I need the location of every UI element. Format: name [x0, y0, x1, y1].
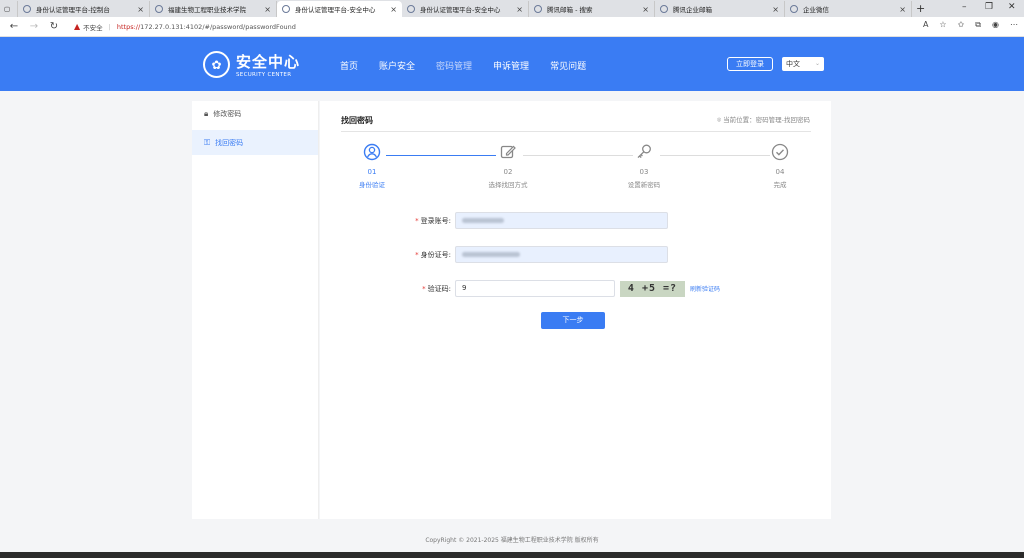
close-icon[interactable]: ×	[264, 5, 271, 14]
back-icon[interactable]: ←	[4, 21, 24, 32]
more-icon[interactable]: ⋯	[1010, 20, 1018, 30]
main-nav: 首页 账户安全 密码管理 申诉管理 常见问题	[340, 59, 607, 72]
logo-subtitle: SECURITY CENTER	[236, 72, 292, 78]
step-choose-method: 02 选择找回方式	[468, 143, 548, 189]
logo-title: 安全中心	[236, 53, 301, 71]
address-bar: ← → ↻ ▲ 不安全 | https:// 172.27.0.131:4102…	[0, 17, 1024, 37]
close-icon[interactable]: ×	[137, 5, 144, 14]
tab-actions-icon[interactable]: ▢	[0, 1, 18, 17]
search-icon	[534, 5, 542, 13]
close-icon[interactable]: ×	[642, 5, 649, 14]
favorites-icon[interactable]: ✩	[958, 20, 965, 30]
site-header: ✿ 安全中心 SECURITY CENTER 首页 账户安全 密码管理 申诉管理…	[0, 37, 1024, 91]
idcard-label: * 身份证号:	[415, 250, 451, 259]
taskbar	[0, 552, 1024, 558]
key-icon	[604, 143, 684, 163]
nav-account-security[interactable]: 账户安全	[379, 59, 415, 72]
main-panel: 找回密码 ⌾ 当前位置：密码管理-找回密码 01 身份验证 02 选择找回方式 …	[320, 101, 831, 519]
page-title: 找回密码	[341, 116, 373, 125]
reload-icon[interactable]: ↻	[44, 21, 64, 32]
restore-icon[interactable]: ❐	[985, 2, 993, 12]
captcha-image[interactable]: 4 +5 =?	[620, 280, 685, 297]
sidebar: 🔒︎ 修改密码 ⚿ 找回密码	[192, 101, 319, 519]
url-field[interactable]: ▲ 不安全 | https:// 172.27.0.131:4102/#/pas…	[74, 22, 296, 32]
chevron-down-icon: ⌄	[814, 60, 820, 67]
step-set-password: 03 设置新密码	[604, 143, 684, 189]
captcha-label: * 验证码:	[422, 284, 451, 293]
close-icon[interactable]: ×	[390, 5, 397, 14]
key-icon: ⚿	[204, 137, 211, 147]
wechat-icon	[790, 5, 798, 13]
lock-icon: 🔒︎	[204, 108, 209, 118]
captcha-row: * 验证码: 9 4 +5 =? 刷新验证码	[320, 280, 720, 297]
mail-icon	[660, 5, 668, 13]
page-icon	[23, 5, 31, 13]
nav-password-management[interactable]: 密码管理	[436, 59, 472, 72]
browser-tab[interactable]: 企业微信 ×	[785, 1, 912, 17]
edit-icon	[468, 143, 548, 163]
minimize-icon[interactable]: –	[962, 2, 967, 12]
page-icon	[155, 5, 163, 13]
logo[interactable]: ✿ 安全中心 SECURITY CENTER	[203, 51, 300, 78]
account-row: * 登录账号:	[320, 212, 668, 229]
favorite-icon[interactable]: ☆	[939, 20, 946, 30]
browser-tab[interactable]: 腾讯邮箱 - 搜索 ×	[529, 1, 655, 17]
sidebar-item-label: 找回密码	[215, 138, 244, 147]
refresh-captcha-link[interactable]: 刷新验证码	[690, 284, 720, 293]
close-icon[interactable]: ×	[772, 5, 779, 14]
security-label: 不安全	[83, 23, 103, 32]
close-window-icon[interactable]: ✕	[1008, 2, 1016, 12]
close-icon[interactable]: ×	[516, 5, 523, 14]
school-emblem-icon: ✿	[203, 51, 230, 78]
read-aloud-icon[interactable]: A	[923, 20, 928, 30]
account-label: * 登录账号:	[415, 216, 451, 225]
url-protocol: https://	[116, 22, 141, 31]
captcha-input[interactable]: 9	[455, 280, 615, 297]
user-circle-icon	[332, 143, 412, 163]
page-icon	[282, 5, 290, 13]
nav-appeal-management[interactable]: 申诉管理	[493, 59, 529, 72]
collections-icon[interactable]: ⧉	[975, 20, 981, 30]
step-complete: 04 完成	[740, 143, 820, 189]
idcard-input[interactable]	[455, 246, 668, 263]
browser-toolbar: A ☆ ✩ ⧉ ◉ ⋯	[923, 20, 1018, 30]
footer-copyright: CopyRight © 2021-2025 福建生物工程职业技术学院 版权所有	[425, 537, 599, 544]
browser-tab[interactable]: 身份认证管理平台-安全中心 ×	[402, 1, 529, 17]
browser-tab[interactable]: 身份认证管理平台-控制台 ×	[18, 1, 150, 17]
next-step-button[interactable]: 下一步	[541, 312, 605, 329]
sidebar-item-find-password[interactable]: ⚿ 找回密码	[192, 130, 318, 155]
check-circle-icon	[740, 143, 820, 163]
nav-faq[interactable]: 常见问题	[550, 59, 586, 72]
sidebar-item-label: 修改密码	[213, 109, 242, 118]
page-icon	[407, 5, 415, 13]
step-identity: 01 身份验证	[332, 143, 412, 189]
login-button[interactable]: 立即登录	[727, 57, 773, 71]
forward-icon[interactable]: →	[24, 21, 44, 32]
close-icon[interactable]: ×	[899, 5, 906, 14]
browser-tab[interactable]: 腾讯企业邮箱 ×	[655, 1, 785, 17]
warning-icon: ▲	[74, 22, 81, 31]
browser-tab-active[interactable]: 身份认证管理平台-安全中心 ×	[277, 1, 402, 17]
profile-icon[interactable]: ◉	[992, 20, 999, 30]
language-select[interactable]: 中文 ⌄	[782, 57, 824, 71]
browser-tab[interactable]: 福建生物工程职业技术学院 ×	[150, 1, 277, 17]
breadcrumb: ⌾ 当前位置：密码管理-找回密码	[717, 116, 810, 124]
new-tab-icon[interactable]: +	[916, 2, 925, 15]
browser-tab-bar: ▢ 身份认证管理平台-控制台 × 福建生物工程职业技术学院 × 身份认证管理平台…	[0, 0, 1024, 17]
nav-home[interactable]: 首页	[340, 59, 358, 72]
account-input[interactable]	[455, 212, 668, 229]
url-path: 172.27.0.131:4102/#/password/passwordFou…	[140, 22, 296, 31]
sidebar-item-change-password[interactable]: 🔒︎ 修改密码	[192, 101, 318, 126]
divider	[341, 131, 811, 132]
idcard-row: * 身份证号:	[320, 246, 668, 263]
